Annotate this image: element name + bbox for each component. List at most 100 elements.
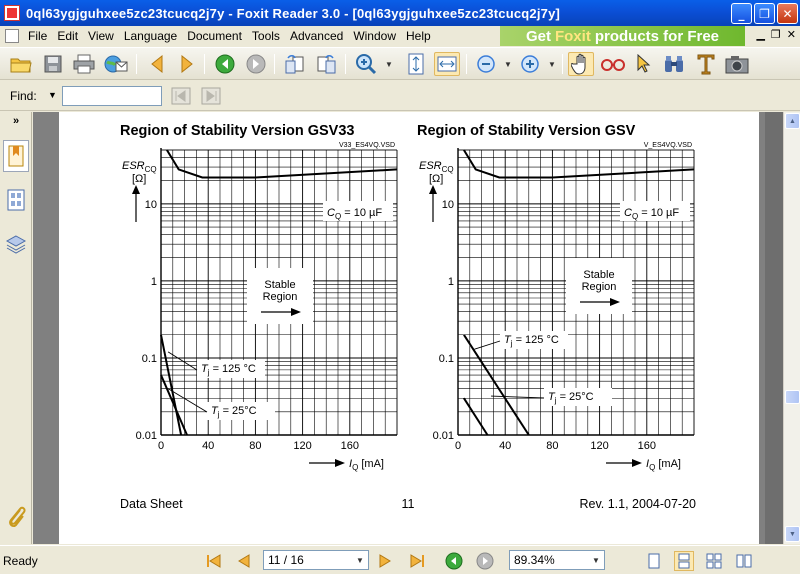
find-input[interactable] (62, 86, 162, 106)
menu-document[interactable]: Document (182, 29, 247, 43)
x-axis-label: IQ [mA] (646, 458, 681, 472)
single-page-view-icon[interactable] (644, 551, 664, 571)
y-tick-label: 1 (448, 276, 454, 288)
x-tick-label: 80 (249, 440, 261, 452)
toolbar: ▼ ▼ ▼ (0, 47, 800, 80)
save-icon[interactable] (40, 52, 66, 76)
next-page-icon[interactable] (174, 52, 200, 76)
scroll-thumb[interactable] (785, 390, 800, 404)
attachments-tab-icon[interactable] (4, 504, 28, 528)
fit-page-icon[interactable] (403, 52, 429, 76)
y-tick-label: 10 (145, 199, 157, 211)
menu-help[interactable]: Help (401, 29, 436, 43)
bookmarks-tab-icon[interactable] (3, 140, 29, 172)
status-back-icon[interactable] (444, 551, 464, 571)
scroll-up-button[interactable]: ▲ (785, 113, 800, 129)
stable-region-label-1: Stable (583, 269, 614, 281)
minimize-button[interactable]: _ (731, 3, 752, 24)
y-axis-unit: [Ω] (429, 173, 443, 185)
navigation-pane: » (0, 112, 32, 544)
typewriter-icon[interactable] (693, 52, 719, 76)
ad-banner[interactable]: Get Foxit products for Free (500, 26, 745, 46)
find-previous-icon[interactable] (171, 87, 191, 108)
back-icon[interactable] (212, 52, 238, 76)
zoom-in-dropdown-icon[interactable]: ▼ (548, 60, 556, 69)
series-line-2 (463, 397, 489, 436)
print-icon[interactable] (71, 52, 97, 76)
maximize-button[interactable]: ❐ (754, 3, 775, 24)
y-axis-unit: [Ω] (132, 173, 146, 185)
footer-right: Rev. 1.1, 2004-07-20 (579, 497, 696, 511)
previous-page-icon[interactable] (144, 52, 170, 76)
document-view[interactable]: Region of Stability Version GSV33 V33_ES4… (33, 112, 783, 544)
x-axis-label: IQ [mA] (349, 458, 384, 472)
series-line-3 (166, 149, 398, 179)
select-arrow-icon[interactable] (630, 52, 656, 76)
file-tag: V33_ES4VQ.VSD (339, 142, 395, 149)
forward-icon[interactable] (243, 52, 269, 76)
continuous-view-icon[interactable] (674, 551, 694, 571)
y-axis-label: ESRCQ (419, 160, 454, 174)
series-line-2 (160, 374, 188, 436)
document-icon[interactable] (5, 29, 19, 43)
menu-edit[interactable]: Edit (52, 29, 83, 43)
menu-language[interactable]: Language (119, 29, 182, 43)
first-page-icon[interactable] (204, 551, 224, 571)
page-number-field[interactable]: 11 / 16 ▼ (263, 550, 369, 570)
find-options-dropdown-icon[interactable]: ▼ (48, 90, 57, 100)
open-folder-icon[interactable] (8, 52, 34, 76)
text-select-icon[interactable] (600, 52, 626, 76)
find-bar: Find: ▼ (0, 81, 800, 111)
menu-view[interactable]: View (83, 29, 119, 43)
snapshot-camera-icon[interactable] (724, 52, 750, 76)
binoculars-search-icon[interactable] (661, 52, 687, 76)
page-thumbnails-tab-icon[interactable] (4, 188, 28, 212)
y-tick-label: 0.01 (136, 430, 157, 442)
last-page-icon[interactable] (407, 551, 427, 571)
stability-chart-1: Region of Stability Version GSV33 V33_ES4… (120, 123, 398, 472)
facing-view-icon[interactable] (704, 551, 724, 571)
x-tick-label: 160 (638, 440, 656, 452)
status-previous-page-icon[interactable] (234, 551, 254, 571)
zoom-dropdown-icon[interactable]: ▼ (589, 552, 603, 568)
tj-label-1: Tj = 125 °C (201, 363, 256, 377)
collapse-pane-icon[interactable]: » (4, 112, 28, 130)
close-button[interactable]: ✕ (777, 3, 798, 24)
stable-region-label-2: Region (582, 281, 617, 293)
tj-label-1: Tj = 125 °C (504, 334, 559, 348)
page-number-value: 11 / 16 (268, 553, 304, 567)
x-tick-label: 120 (590, 440, 608, 452)
x-tick-label: 40 (202, 440, 214, 452)
mdi-restore-button[interactable]: ❐ (771, 28, 781, 41)
layers-tab-icon[interactable] (4, 232, 28, 256)
fit-width-icon[interactable] (434, 52, 460, 76)
page-dropdown-icon[interactable]: ▼ (353, 552, 367, 568)
zoom-tool-dropdown-icon[interactable]: ▼ (385, 60, 393, 69)
vertical-scrollbar[interactable]: ▲ ▼ (783, 112, 800, 544)
series-line-1 (463, 334, 530, 436)
status-bar: Ready 11 / 16 ▼ 89.34% ▼ (0, 545, 800, 574)
mdi-close-button[interactable]: ✕ (787, 28, 796, 41)
status-forward-icon[interactable] (475, 551, 495, 571)
hand-tool-icon[interactable] (568, 52, 594, 76)
zoom-out-icon[interactable] (473, 52, 499, 76)
email-icon[interactable] (103, 52, 129, 76)
zoom-out-dropdown-icon[interactable]: ▼ (504, 60, 512, 69)
scroll-down-button[interactable]: ▼ (785, 526, 800, 542)
ad-prefix: Get (525, 27, 551, 45)
foxit-app-icon[interactable] (4, 5, 20, 21)
find-next-icon[interactable] (201, 87, 221, 108)
menu-advanced[interactable]: Advanced (285, 29, 348, 43)
continuous-facing-view-icon[interactable] (734, 551, 754, 571)
status-next-page-icon[interactable] (375, 551, 395, 571)
zoom-in-tool-icon[interactable] (353, 52, 379, 76)
mdi-minimize-button[interactable]: ▁ (756, 28, 764, 41)
zoom-in-icon[interactable] (517, 52, 543, 76)
menu-tools[interactable]: Tools (247, 29, 285, 43)
menu-file[interactable]: File (23, 29, 52, 43)
menu-window[interactable]: Window (348, 29, 401, 43)
rotate-left-icon[interactable] (282, 52, 308, 76)
rotate-right-icon[interactable] (313, 52, 339, 76)
chart-title: Region of Stability Version GSV33 (120, 123, 354, 139)
zoom-level-field[interactable]: 89.34% ▼ (509, 550, 605, 570)
